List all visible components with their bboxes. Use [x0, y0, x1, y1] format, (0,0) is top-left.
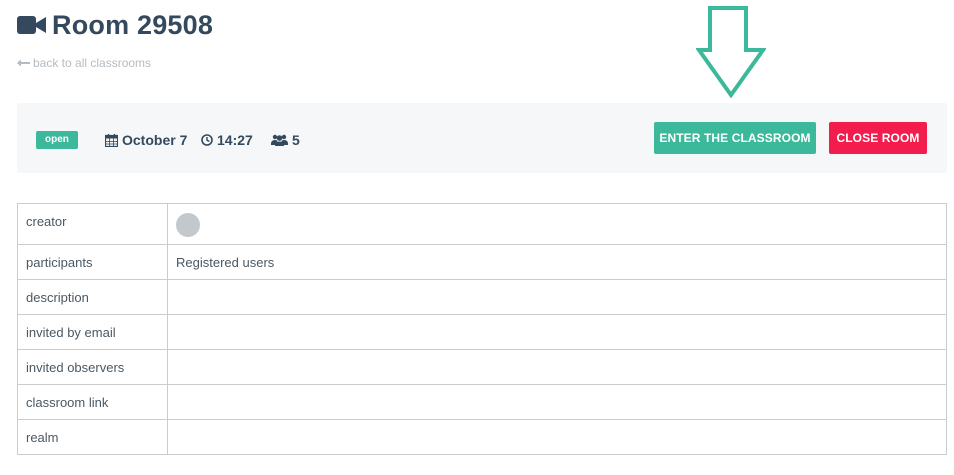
table-row-creator: creator — [17, 203, 947, 245]
enter-classroom-button[interactable]: ENTER THE CLASSROOM — [654, 122, 816, 154]
table-row-invited-observers: invited observers — [17, 349, 947, 385]
row-value: Registered users — [176, 255, 275, 270]
table-cell-label: classroom link — [17, 384, 168, 420]
video-camera-icon — [17, 16, 46, 34]
table-cell-value — [167, 279, 947, 315]
back-to-classrooms-link[interactable]: back to all classrooms — [17, 56, 151, 70]
table-row-participants: participants Registered users — [17, 244, 947, 280]
row-value — [176, 350, 938, 360]
arrow-left-icon — [17, 59, 30, 67]
row-label: classroom link — [26, 395, 109, 410]
table-cell-label: invited observers — [17, 349, 168, 385]
table-cell-value — [167, 349, 947, 385]
clock-icon — [201, 134, 213, 146]
room-participant-count-value: 5 — [292, 132, 300, 148]
avatar[interactable] — [176, 213, 200, 237]
calendar-icon — [105, 133, 118, 147]
table-cell-label: description — [17, 279, 168, 315]
table-cell-label: participants — [17, 244, 168, 280]
row-value — [176, 280, 938, 290]
row-label: creator — [26, 214, 67, 229]
table-cell-value — [167, 203, 947, 245]
room-time-value: 14:27 — [217, 132, 253, 148]
users-icon — [271, 134, 288, 146]
table-row-realm: realm — [17, 419, 947, 455]
row-label: realm — [26, 430, 59, 445]
table-cell-value — [167, 384, 947, 420]
down-arrow-annotation-icon — [696, 6, 766, 98]
room-details-table: creator participants Registered users de… — [17, 203, 947, 455]
table-cell-value — [167, 314, 947, 350]
close-room-button[interactable]: CLOSE ROOM — [829, 122, 927, 154]
table-cell-value — [167, 419, 947, 455]
row-value — [176, 385, 938, 395]
room-date: October 7 — [105, 130, 187, 150]
table-row-invited-by-email: invited by email — [17, 314, 947, 350]
row-label: invited observers — [26, 360, 125, 375]
row-value — [176, 315, 938, 325]
table-cell-value: Registered users — [167, 244, 947, 280]
table-cell-label: creator — [17, 203, 168, 245]
row-value — [176, 420, 938, 430]
page-header: Room 29508 — [17, 8, 213, 42]
table-row-classroom-link: classroom link — [17, 384, 947, 420]
room-info-bar: open October 7 14:27 5 ENTER THE CLASSRO… — [17, 103, 947, 173]
page-title: Room 29508 — [52, 9, 214, 40]
back-link-label: back to all classrooms — [33, 56, 152, 70]
room-time: 14:27 — [201, 130, 253, 150]
status-badge: open — [36, 131, 78, 149]
room-date-value: October 7 — [122, 132, 188, 148]
row-label: description — [26, 290, 89, 305]
table-row-description: description — [17, 279, 947, 315]
row-label: invited by email — [26, 325, 116, 340]
table-cell-label: realm — [17, 419, 168, 455]
table-cell-label: invited by email — [17, 314, 168, 350]
row-label: participants — [26, 255, 93, 270]
room-participant-count: 5 — [271, 130, 300, 150]
